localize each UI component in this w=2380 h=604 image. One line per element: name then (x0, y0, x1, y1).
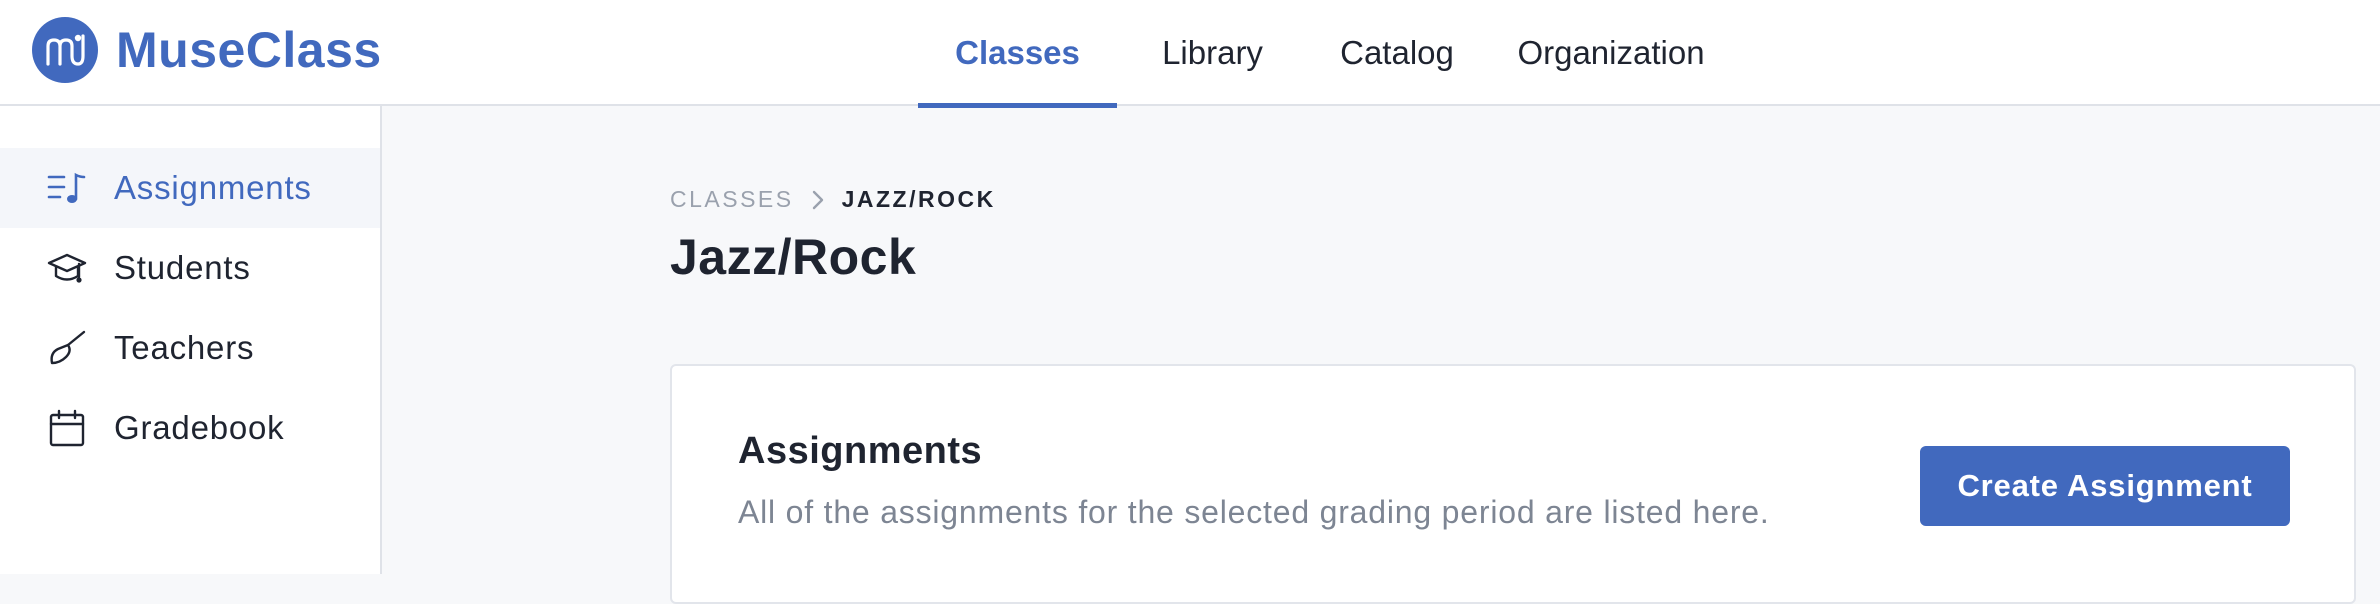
sidebar-item-gradebook[interactable]: Gradebook (0, 388, 380, 468)
tab-library[interactable]: Library (1117, 0, 1308, 106)
tab-catalog[interactable]: Catalog (1308, 0, 1486, 106)
card-title: Assignments (738, 430, 983, 472)
breadcrumb: CLASSES JAZZ/ROCK (670, 186, 996, 213)
brand-name: MuseClass (116, 22, 382, 78)
music-list-icon (46, 167, 88, 209)
assignments-card: Assignments All of the assignments for t… (670, 364, 2356, 604)
sidebar-item-label: Gradebook (114, 409, 285, 446)
sidebar-item-assignments[interactable]: Assignments (0, 148, 380, 228)
top-navigation-bar: MuseClass Classes Library Catalog Organi… (0, 0, 2380, 108)
class-sidebar: Assignments Students Teachers Gradebook (0, 106, 382, 574)
tab-classes[interactable]: Classes (918, 0, 1117, 108)
calendar-icon (46, 407, 88, 449)
sidebar-item-teachers[interactable]: Teachers (0, 308, 380, 388)
sidebar-item-label: Assignments (114, 169, 312, 206)
tab-organization[interactable]: Organization (1486, 0, 1736, 106)
main-nav-tabs: Classes Library Catalog Organization (918, 0, 1736, 108)
breadcrumb-current: JAZZ/ROCK (841, 186, 996, 212)
breadcrumb-classes-link[interactable]: CLASSES (670, 186, 794, 213)
create-assignment-button[interactable]: Create Assignment (1920, 446, 2290, 526)
conductor-baton-icon (46, 327, 88, 369)
page-title: Jazz/Rock (670, 229, 917, 285)
museclass-logo-icon (32, 17, 98, 83)
brand-logo[interactable]: MuseClass (32, 16, 382, 84)
sidebar-item-students[interactable]: Students (0, 228, 380, 308)
sidebar-item-label: Students (114, 249, 251, 286)
graduation-cap-icon (46, 247, 88, 289)
chevron-right-icon (812, 190, 824, 210)
card-description: All of the assignments for the selected … (738, 494, 1770, 530)
sidebar-item-label: Teachers (114, 329, 255, 366)
